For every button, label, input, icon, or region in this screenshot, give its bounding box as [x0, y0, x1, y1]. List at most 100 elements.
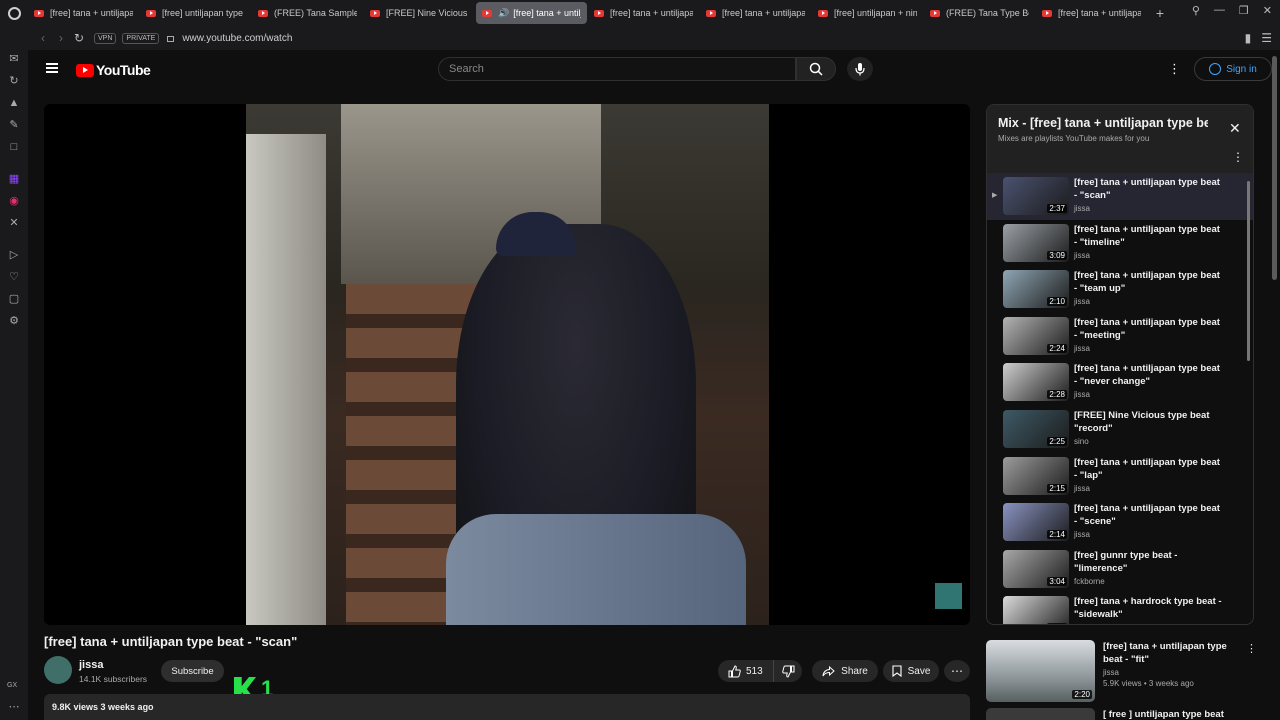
browser-tab[interactable]: (FREE) Tana Sample: [252, 2, 363, 24]
description-box[interactable]: 9.8K views 3 weeks ago: [44, 694, 970, 720]
browser-tab[interactable]: [FREE] Nine Vicious: [364, 2, 475, 24]
voice-search-button[interactable]: [847, 57, 873, 81]
back-icon[interactable]: ‹: [34, 31, 52, 45]
instagram-icon[interactable]: ◉: [7, 194, 21, 208]
cube-icon[interactable]: ▢: [7, 292, 21, 306]
video-player[interactable]: [44, 104, 970, 625]
restore-icon[interactable]: ❐: [1239, 4, 1249, 17]
share-button[interactable]: Share: [812, 660, 878, 682]
playlist-item-thumbnail[interactable]: 2:24: [1003, 316, 1069, 355]
notes-icon[interactable]: ✎: [7, 118, 21, 132]
playlist-item[interactable]: 2:35 [free] tana + hardrock type beat - "…: [987, 592, 1253, 624]
playlist-item-title[interactable]: [free] tana + untiljapan type beat - "sc…: [1074, 176, 1224, 202]
browser-tab[interactable]: (FREE) Tana Type Be: [924, 2, 1035, 24]
settings-icon[interactable]: ⚙: [7, 314, 21, 328]
playlist-menu-icon[interactable]: ⋮: [1232, 150, 1244, 164]
browser-tab[interactable]: [free] tana + untiljapa: [700, 2, 811, 24]
more-actions-icon[interactable]: ⋯: [944, 660, 970, 682]
playlist-item[interactable]: 2:15 [free] tana + untiljapan type beat -…: [987, 453, 1253, 500]
playlist-item[interactable]: 3:04 [free] gunnr type beat - "limerence"…: [987, 546, 1253, 593]
playlist-item-title[interactable]: [free] tana + untiljapan type beat - "la…: [1074, 456, 1224, 482]
playlist-item-title[interactable]: [free] tana + untiljapan type beat - "te…: [1074, 269, 1224, 295]
messages-icon[interactable]: ✉: [7, 52, 21, 66]
browser-tab[interactable]: [free] untiljapan type: [140, 2, 251, 24]
playlist-item[interactable]: 2:24 [free] tana + untiljapan type beat -…: [987, 313, 1253, 360]
playlist-item-thumbnail[interactable]: 2:25: [1003, 409, 1069, 448]
sidebar-more-icon[interactable]: ⋯: [7, 700, 21, 714]
channel-name[interactable]: jissa: [79, 659, 103, 671]
new-tab-button[interactable]: +: [1148, 5, 1172, 21]
recommended-menu-icon[interactable]: ⋮: [1246, 642, 1257, 655]
menu-icon[interactable]: [46, 63, 58, 73]
forward-icon[interactable]: ›: [52, 31, 70, 45]
playlist-item[interactable]: ▶ 2:37 [free] tana + untiljapan type beat …: [987, 173, 1253, 220]
recommended-thumbnail[interactable]: 2:20: [986, 640, 1095, 702]
channel-avatar[interactable]: [44, 656, 72, 684]
player-icon[interactable]: ▷: [7, 248, 21, 262]
playlist-item-title[interactable]: [free] tana + hardrock type beat - "side…: [1074, 595, 1224, 621]
playlist-item-thumbnail[interactable]: 2:35: [1003, 596, 1069, 624]
easy-setup-icon[interactable]: ☰: [1261, 31, 1272, 45]
playlist-item-thumbnail[interactable]: 2:10: [1003, 270, 1069, 309]
url-field[interactable]: www.youtube.com/watch: [182, 33, 292, 44]
dislike-button[interactable]: [774, 665, 802, 678]
heart-icon[interactable]: ♡: [7, 270, 21, 284]
playlist-item-title[interactable]: [free] tana + untiljapan type beat - "ne…: [1074, 362, 1224, 388]
browser-tab[interactable]: [free] untiljapan + nin: [812, 2, 923, 24]
search-button[interactable]: [796, 57, 836, 81]
search-input[interactable]: Search: [438, 57, 796, 81]
history-icon[interactable]: ↻: [7, 74, 21, 88]
minimize-icon[interactable]: —: [1214, 4, 1225, 17]
playlist-item-title[interactable]: [free] gunnr type beat - "limerence": [1074, 549, 1224, 575]
recommended-video[interactable]: [ free ] untiljapan type beat: [986, 708, 1254, 720]
recommended-thumbnail[interactable]: [986, 708, 1095, 720]
close-window-icon[interactable]: ✕: [1263, 4, 1272, 17]
subscribe-button[interactable]: Subscribe: [161, 660, 224, 682]
settings-kebab-icon[interactable]: ⋮: [1168, 61, 1181, 77]
playlist-scrollbar[interactable]: [1247, 181, 1250, 361]
recommended-video[interactable]: 2:20 [free] tana + untiljapan type beat …: [986, 640, 1257, 702]
playlist-item-thumbnail[interactable]: 3:04: [1003, 549, 1069, 588]
gx-label[interactable]: GX: [7, 682, 17, 689]
playlist-item-title[interactable]: [FREE] Nine Vicious type beat "record": [1074, 409, 1224, 435]
save-button[interactable]: Save: [883, 660, 939, 682]
lock-icon[interactable]: [167, 36, 175, 42]
playlist-item-thumbnail[interactable]: 2:14: [1003, 503, 1069, 542]
playlist-item-thumbnail[interactable]: 2:28: [1003, 363, 1069, 402]
recommended-channel[interactable]: jissa: [1103, 668, 1243, 677]
playlist-title[interactable]: Mix - [free] tana + untiljapan type beat…: [998, 116, 1208, 130]
pinboard-icon[interactable]: ▮: [1245, 31, 1252, 45]
channel-watermark-icon[interactable]: [935, 583, 962, 609]
recommended-title[interactable]: [ free ] untiljapan type beat: [1103, 709, 1224, 720]
playlist-item-thumbnail[interactable]: 2:37: [1003, 177, 1069, 215]
search-tabs-icon[interactable]: ⚲: [1192, 4, 1200, 17]
browser-tab[interactable]: 🔊 [free] tana + untiljapa: [476, 2, 587, 24]
youtube-logo[interactable]: YouTube: [76, 62, 151, 78]
playlist-item[interactable]: 2:28 [free] tana + untiljapan type beat -…: [987, 359, 1253, 406]
playlist-item-title[interactable]: [free] tana + untiljapan type beat - "me…: [1074, 316, 1224, 342]
bookmark-icon[interactable]: □: [7, 140, 21, 154]
browser-tab[interactable]: [free] tana + untiljapa: [28, 2, 139, 24]
playlist-item-thumbnail[interactable]: 2:15: [1003, 456, 1069, 495]
reload-icon[interactable]: ↻: [70, 31, 88, 45]
browser-tab[interactable]: [free] tana + untiljapa: [588, 2, 699, 24]
playlist-item[interactable]: 2:10 [free] tana + untiljapan type beat -…: [987, 266, 1253, 313]
page-scrollbar[interactable]: [1272, 56, 1277, 280]
playlist-item-thumbnail[interactable]: 3:09: [1003, 223, 1069, 262]
playlist-item[interactable]: 2:25 [FREE] Nine Vicious type beat "recor…: [987, 406, 1253, 453]
speaker-icon[interactable]: 🔊: [498, 8, 509, 19]
playlist-item-title[interactable]: [free] tana + untiljapan type beat - "ti…: [1074, 223, 1224, 249]
playlist-item-title[interactable]: [free] tana + untiljapan type beat - "sc…: [1074, 502, 1224, 528]
playlist-item[interactable]: 2:14 [free] tana + untiljapan type beat -…: [987, 499, 1253, 546]
browser-logo-icon[interactable]: [0, 0, 28, 26]
x-twitter-icon[interactable]: ✕: [7, 216, 21, 230]
browser-tab[interactable]: [free] tana + untiljapa: [1036, 2, 1147, 24]
extensions-icon[interactable]: ▲: [7, 96, 21, 110]
like-button[interactable]: 513: [718, 660, 774, 682]
sign-in-button[interactable]: Sign in: [1194, 57, 1272, 81]
close-playlist-icon[interactable]: ✕: [1229, 120, 1241, 137]
recommended-title[interactable]: [free] tana + untiljapan type beat - "fi…: [1103, 640, 1243, 666]
twitch-icon[interactable]: ▦: [7, 172, 21, 186]
playlist-item[interactable]: 3:09 [free] tana + untiljapan type beat -…: [987, 220, 1253, 267]
vpn-badge[interactable]: VPN: [94, 32, 117, 44]
